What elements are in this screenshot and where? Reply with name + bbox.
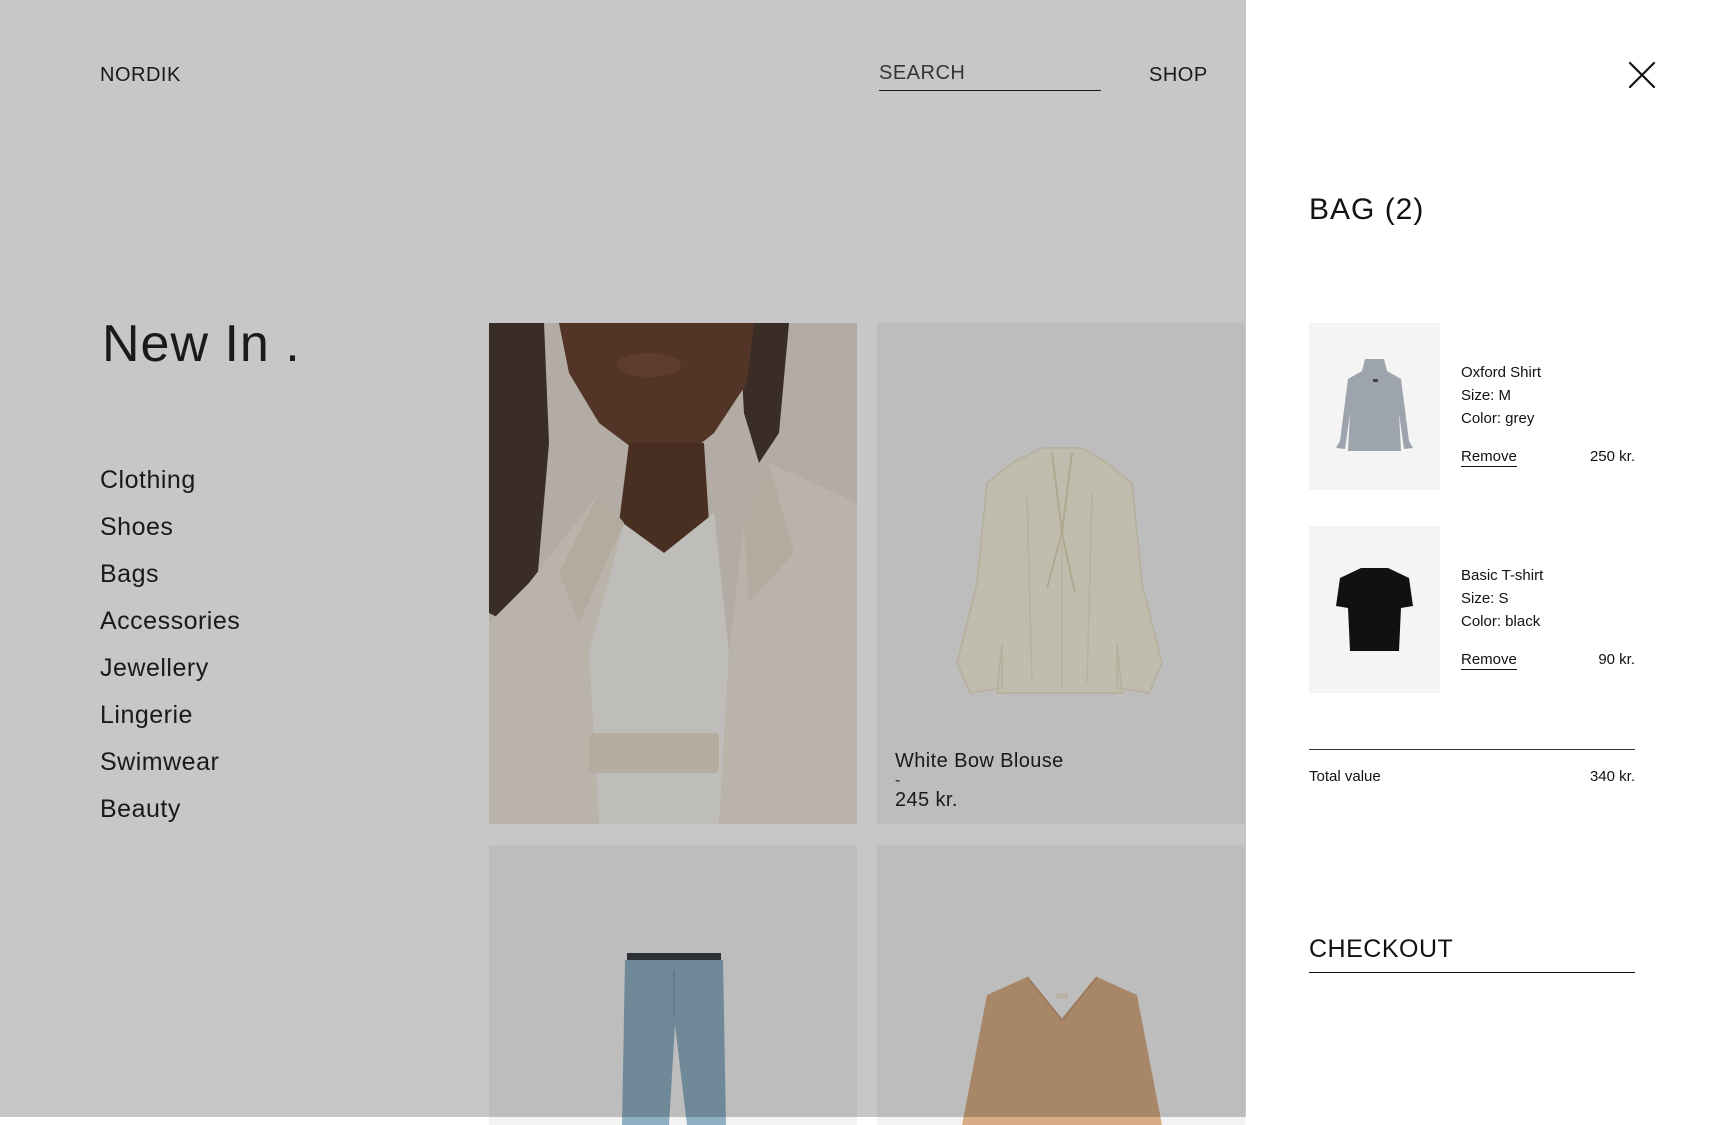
bag-item-color: Color: black xyxy=(1461,613,1541,630)
bag-item-price: 90 kr. xyxy=(1598,651,1635,668)
checkout-button[interactable]: CHECKOUT xyxy=(1309,935,1635,973)
bag-item-thumbnail[interactable] xyxy=(1309,323,1440,490)
page-dim-overlay[interactable] xyxy=(0,0,1246,1117)
total-value: 340 kr. xyxy=(1589,768,1635,785)
remove-item-button[interactable]: Remove xyxy=(1461,651,1517,670)
bag-item-color: Color: grey xyxy=(1461,410,1535,427)
bag-item-details: Basic T-shirt Size: S Color: black xyxy=(1461,564,1543,633)
close-bag-button[interactable] xyxy=(1628,61,1656,89)
bag-item-name: Oxford Shirt xyxy=(1461,364,1542,381)
black-tshirt-image xyxy=(1336,568,1413,651)
bag-item-thumbnail[interactable] xyxy=(1309,526,1440,693)
bag-item-details: Oxford Shirt Size: M Color: grey xyxy=(1461,361,1541,430)
bag-item-price: 250 kr. xyxy=(1589,448,1635,465)
bag-item-size: Size: S xyxy=(1461,590,1509,607)
bag-drawer: BAG (2) Oxford Shirt Size: M Color: grey… xyxy=(1246,0,1728,1117)
close-icon xyxy=(1628,61,1656,89)
bag-item: Basic T-shirt Size: S Color: black Remov… xyxy=(1309,526,1635,693)
shop-page: NORDIK SEARCH SHOP New In . Clothing Sho… xyxy=(0,0,1728,1125)
bag-item-size: Size: M xyxy=(1461,387,1512,404)
bag-item-name: Basic T-shirt xyxy=(1461,567,1544,584)
bag-item: Oxford Shirt Size: M Color: grey Remove … xyxy=(1309,323,1635,490)
grey-shirt-image xyxy=(1336,359,1413,451)
total-label: Total value xyxy=(1309,768,1381,785)
remove-item-button[interactable]: Remove xyxy=(1461,448,1517,467)
total-divider xyxy=(1309,749,1635,750)
bag-title: BAG (2) xyxy=(1309,193,1425,226)
